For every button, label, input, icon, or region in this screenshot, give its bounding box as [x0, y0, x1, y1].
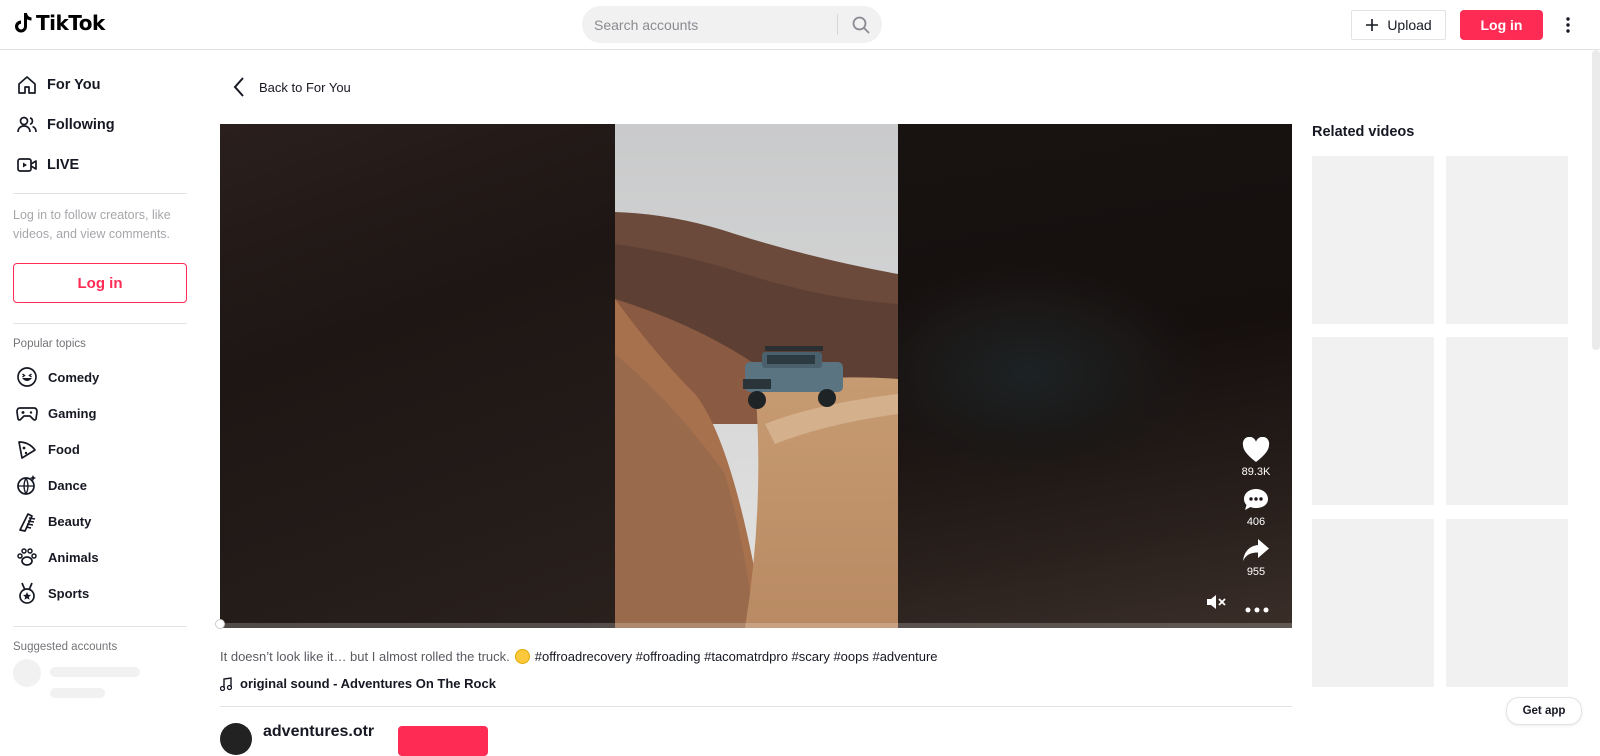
comment-count: 406 [1246, 516, 1266, 528]
sidebar-divider [13, 193, 187, 194]
food-icon [18, 441, 36, 459]
sound-link[interactable]: original sound - Adventures On The Rock [220, 676, 496, 691]
topic-beauty[interactable]: Beauty [16, 509, 91, 533]
share-count: 955 [1246, 566, 1266, 578]
page-scrollbar[interactable] [1592, 50, 1600, 350]
chevron-left-icon [233, 77, 244, 97]
suggested-accounts-title: Suggested accounts [13, 641, 118, 653]
like-count: 89.3K [1241, 466, 1271, 478]
mute-button[interactable] [1205, 592, 1227, 617]
video-progress-bar[interactable] [220, 623, 1292, 628]
get-app-button[interactable]: Get app [1506, 697, 1582, 725]
sidebar-divider [13, 323, 187, 324]
video-caption: It doesn’t look like it… but I almost ro… [220, 649, 938, 664]
topic-label: Beauty [48, 513, 92, 529]
share-icon [1243, 539, 1269, 561]
topic-gaming[interactable]: Gaming [16, 401, 96, 425]
sidebar-item-live[interactable]: LIVE [16, 153, 79, 177]
like-action[interactable]: 89.3K [1232, 437, 1280, 478]
video-blur-backdrop-left [220, 124, 615, 628]
video-player[interactable]: 89.3K 406 955 [220, 124, 1292, 628]
dance-icon [17, 475, 36, 495]
tiktok-logo[interactable]: TikTok [13, 11, 105, 35]
related-video-thumbnail[interactable] [1446, 156, 1568, 324]
topic-food[interactable]: Food [16, 437, 80, 461]
share-action[interactable]: 955 [1232, 537, 1280, 578]
sidebar: For You Following LIVE Log in to follow … [0, 51, 200, 733]
popular-topics-title: Popular topics [13, 338, 86, 350]
related-video-thumbnail[interactable] [1312, 519, 1434, 687]
back-to-for-you-link[interactable]: Back to For You [233, 77, 351, 97]
topic-label: Animals [48, 549, 99, 565]
sidebar-item-label: For You [47, 77, 101, 93]
tiktok-note-icon [15, 13, 32, 33]
suggested-account-subtitle-placeholder [50, 688, 105, 698]
topic-animals[interactable]: Animals [16, 545, 99, 569]
search-input[interactable] [594, 6, 844, 43]
logo-text: TikTok [36, 11, 105, 35]
search-button[interactable] [840, 6, 882, 43]
sidebar-login-button[interactable]: Log in [13, 263, 187, 303]
related-video-thumbnail[interactable] [1446, 337, 1568, 505]
plus-icon [1366, 19, 1379, 31]
heart-icon [1242, 437, 1270, 462]
users-icon [17, 116, 37, 133]
topic-label: Sports [48, 585, 90, 601]
upload-button[interactable]: Upload [1351, 10, 1446, 40]
video-frame [615, 124, 898, 628]
login-hint: Log in to follow creators, like videos, … [13, 208, 171, 241]
search-separator [837, 14, 838, 35]
gaming-icon [16, 407, 38, 421]
home-icon [18, 76, 36, 94]
upload-label: Upload [1387, 17, 1432, 33]
topic-label: Comedy [48, 369, 100, 385]
main-divider [220, 706, 1292, 707]
sidebar-divider [13, 626, 187, 627]
volume-muted-icon [1207, 595, 1226, 609]
suggested-account-name-placeholder [50, 667, 140, 677]
topic-label: Dance [48, 477, 88, 493]
sound-label: original sound - Adventures On The Rock [240, 676, 496, 691]
related-video-thumbnail[interactable] [1446, 519, 1568, 687]
video-thumbnail-truck-on-dirt-road [615, 124, 898, 628]
follow-button[interactable] [398, 726, 488, 756]
search-bar [582, 6, 882, 43]
comment-icon [1244, 489, 1268, 510]
caption-hashtags[interactable]: #offroadrecovery #offroading #tacomatrdp… [535, 649, 938, 664]
related-videos-title: Related videos [1312, 124, 1415, 140]
related-video-thumbnail[interactable] [1312, 156, 1434, 324]
more-options-button[interactable] [1562, 14, 1574, 36]
top-header: TikTok Upload Log in [0, 0, 1600, 50]
sidebar-item-for-you[interactable]: For You [16, 73, 100, 97]
sidebar-item-label: Following [47, 117, 115, 133]
animals-icon [17, 548, 37, 566]
progress-handle[interactable] [215, 619, 225, 629]
sports-icon [19, 582, 35, 604]
vertical-dots-icon [1566, 17, 1570, 33]
topic-comedy[interactable]: Comedy [16, 365, 99, 389]
suggested-account-avatar-placeholder [13, 659, 41, 687]
horizontal-dots-icon [1245, 607, 1269, 613]
topic-sports[interactable]: Sports [16, 581, 89, 605]
avatar[interactable] [220, 723, 252, 755]
video-more-button[interactable] [1245, 600, 1269, 618]
back-label: Back to For You [259, 79, 351, 95]
music-note-icon [220, 676, 232, 691]
comment-action[interactable]: 406 [1232, 487, 1280, 528]
topic-dance[interactable]: Dance [16, 473, 87, 497]
caption-text: It doesn’t look like it… but I almost ro… [220, 649, 510, 664]
login-button[interactable]: Log in [1460, 10, 1543, 40]
search-icon [852, 16, 870, 33]
sidebar-item-label: LIVE [47, 157, 80, 173]
topic-label: Gaming [48, 405, 97, 421]
sidebar-item-following[interactable]: Following [16, 113, 115, 137]
related-video-thumbnail[interactable] [1312, 337, 1434, 505]
grinning-sweat-emoji-icon [514, 649, 530, 664]
beauty-icon [19, 513, 36, 532]
author-username[interactable]: adventures.otr [263, 723, 374, 741]
live-icon [17, 158, 37, 172]
topic-label: Food [48, 441, 80, 457]
comedy-icon [17, 367, 37, 387]
